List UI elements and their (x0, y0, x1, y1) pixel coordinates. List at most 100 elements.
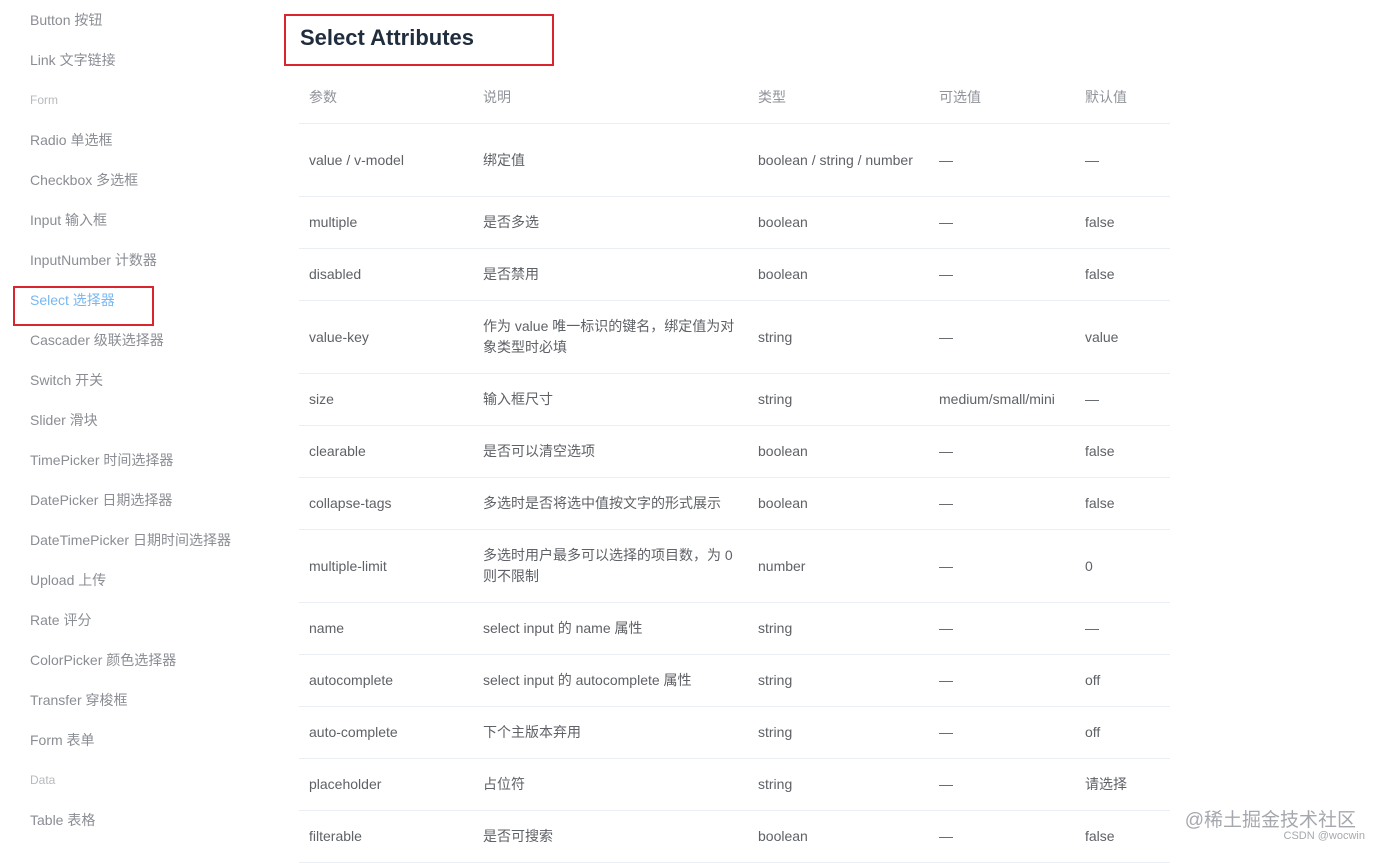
watermark-text: @稀土掘金技术社区 (1184, 810, 1356, 831)
sidebar-item[interactable]: Upload 上传 (30, 560, 106, 600)
sidebar-item[interactable]: Slider 滑块 (30, 400, 98, 440)
sidebar-item[interactable]: Checkbox 多选框 (30, 160, 138, 200)
table-row: placeholder 占位符 string — 请选择 (299, 758, 1170, 811)
cell-description: 输入框尺寸 (473, 373, 748, 426)
header-param: 参数 (299, 71, 473, 124)
cell-accepted-values: — (929, 300, 1075, 374)
sidebar-item[interactable]: Form 表单 (30, 720, 95, 760)
cell-default: false (1075, 196, 1170, 249)
cell-param: multiple-limit (299, 529, 473, 603)
sidebar-item[interactable]: Transfer 穿梭框 (30, 680, 128, 720)
cell-accepted-values: — (929, 477, 1075, 530)
cell-default: — (1075, 123, 1170, 197)
sidebar-item[interactable]: DatePicker 日期选择器 (30, 480, 172, 520)
sidebar-item[interactable]: InputNumber 计数器 (30, 240, 157, 280)
cell-type: boolean / string / number (748, 123, 929, 197)
cell-accepted-values: — (929, 123, 1075, 197)
sidebar-item[interactable]: Rate 评分 (30, 600, 91, 640)
sidebar-item[interactable]: Radio 单选框 (30, 120, 112, 160)
table-row: size 输入框尺寸 string medium/small/mini — (299, 373, 1170, 426)
cell-default: value (1075, 300, 1170, 374)
table-row: multiple 是否多选 boolean — false (299, 196, 1170, 249)
cell-type: boolean (748, 196, 929, 249)
cell-param: value / v-model (299, 123, 473, 197)
cell-param: placeholder (299, 758, 473, 811)
table-row: value / v-model 绑定值 boolean / string / num… (299, 123, 1170, 197)
cell-param: multiple (299, 196, 473, 249)
header-type: 类型 (748, 71, 929, 124)
sidebar-item[interactable]: Table 表格 (30, 800, 95, 840)
cell-type: string (748, 654, 929, 707)
cell-accepted-values: — (929, 196, 1075, 249)
cell-type: string (748, 602, 929, 655)
sidebar-item[interactable]: Link 文字链接 (30, 40, 116, 80)
cell-type: string (748, 300, 929, 374)
attributes-table: 参数 说明 类型 可选值 默认值 value / v-model 绑定值 boole… (299, 71, 1170, 863)
cell-type: number (748, 529, 929, 603)
sidebar-item[interactable]: Switch 开关 (30, 360, 103, 400)
cell-type: string (748, 706, 929, 759)
cell-default: — (1075, 602, 1170, 655)
cell-type: boolean (748, 810, 929, 863)
cell-param: filterable (299, 810, 473, 863)
cell-type: boolean (748, 248, 929, 301)
table-row: disabled 是否禁用 boolean — false (299, 248, 1170, 301)
cell-param: size (299, 373, 473, 426)
sidebar-group-title: Data (30, 773, 56, 787)
cell-type: boolean (748, 425, 929, 478)
cell-default: false (1075, 248, 1170, 301)
table-row: multiple-limit 多选时用户最多可以选择的项目数，为 0 则不限制 nu… (299, 529, 1170, 603)
sidebar-nav: Button 按钮 Link 文字链接 Form Radio 单选框 Checkbox … (0, 0, 270, 851)
sidebar-item[interactable]: Button 按钮 (30, 0, 102, 40)
cell-param: clearable (299, 425, 473, 478)
cell-type: string (748, 373, 929, 426)
cell-default: false (1075, 477, 1170, 530)
cell-default: 请选择 (1075, 758, 1170, 811)
cell-param: auto-complete (299, 706, 473, 759)
sidebar-item[interactable]: ColorPicker 颜色选择器 (30, 640, 176, 680)
cell-param: value-key (299, 300, 473, 374)
table-row: auto-complete 下个主版本弃用 string — off (299, 706, 1170, 759)
cell-description: 是否可搜索 (473, 810, 748, 863)
cell-accepted-values: medium/small/mini (929, 373, 1075, 426)
cell-accepted-values: — (929, 758, 1075, 811)
cell-description: 下个主版本弃用 (473, 706, 748, 759)
cell-default: false (1075, 810, 1170, 863)
cell-type: boolean (748, 477, 929, 530)
sidebar-item[interactable]: Cascader 级联选择器 (30, 320, 164, 360)
cell-param: name (299, 602, 473, 655)
cell-default: off (1075, 706, 1170, 759)
cell-default: false (1075, 425, 1170, 478)
table-row: collapse-tags 多选时是否将选中值按文字的形式展示 boolean — fa… (299, 477, 1170, 530)
cell-description: 作为 value 唯一标识的键名，绑定值为对象类型时必填 (473, 300, 748, 374)
cell-default: — (1075, 373, 1170, 426)
cell-type: string (748, 758, 929, 811)
header-accepted-values: 可选值 (929, 71, 1075, 124)
cell-param: disabled (299, 248, 473, 301)
cell-description: select input 的 name 属性 (473, 602, 748, 655)
header-description: 说明 (473, 71, 748, 124)
cell-accepted-values: — (929, 706, 1075, 759)
header-default: 默认值 (1075, 71, 1170, 124)
table-row: autocomplete select input 的 autocomplete … (299, 654, 1170, 707)
sidebar-item[interactable]: TimePicker 时间选择器 (30, 440, 173, 480)
cell-description: 是否多选 (473, 196, 748, 249)
cell-description: 占位符 (473, 758, 748, 811)
cell-description: 是否可以清空选项 (473, 425, 748, 478)
cell-accepted-values: — (929, 602, 1075, 655)
sidebar-item[interactable]: Select 选择器 (30, 280, 115, 320)
cell-description: 多选时是否将选中值按文字的形式展示 (473, 477, 748, 530)
cell-accepted-values: — (929, 248, 1075, 301)
table-row: clearable 是否可以清空选项 boolean — false (299, 425, 1170, 478)
table-header-row: 参数 说明 类型 可选值 默认值 (299, 71, 1170, 124)
sidebar-group-title: Form (30, 93, 58, 107)
cell-default: off (1075, 654, 1170, 707)
cell-accepted-values: — (929, 654, 1075, 707)
cell-description: select input 的 autocomplete 属性 (473, 654, 748, 707)
cell-accepted-values: — (929, 529, 1075, 603)
cell-accepted-values: — (929, 425, 1075, 478)
sidebar-item[interactable]: Input 输入框 (30, 200, 107, 240)
table-row: filterable 是否可搜索 boolean — false (299, 810, 1170, 863)
cell-default: 0 (1075, 529, 1170, 603)
sidebar-item[interactable]: DateTimePicker 日期时间选择器 (30, 520, 231, 560)
